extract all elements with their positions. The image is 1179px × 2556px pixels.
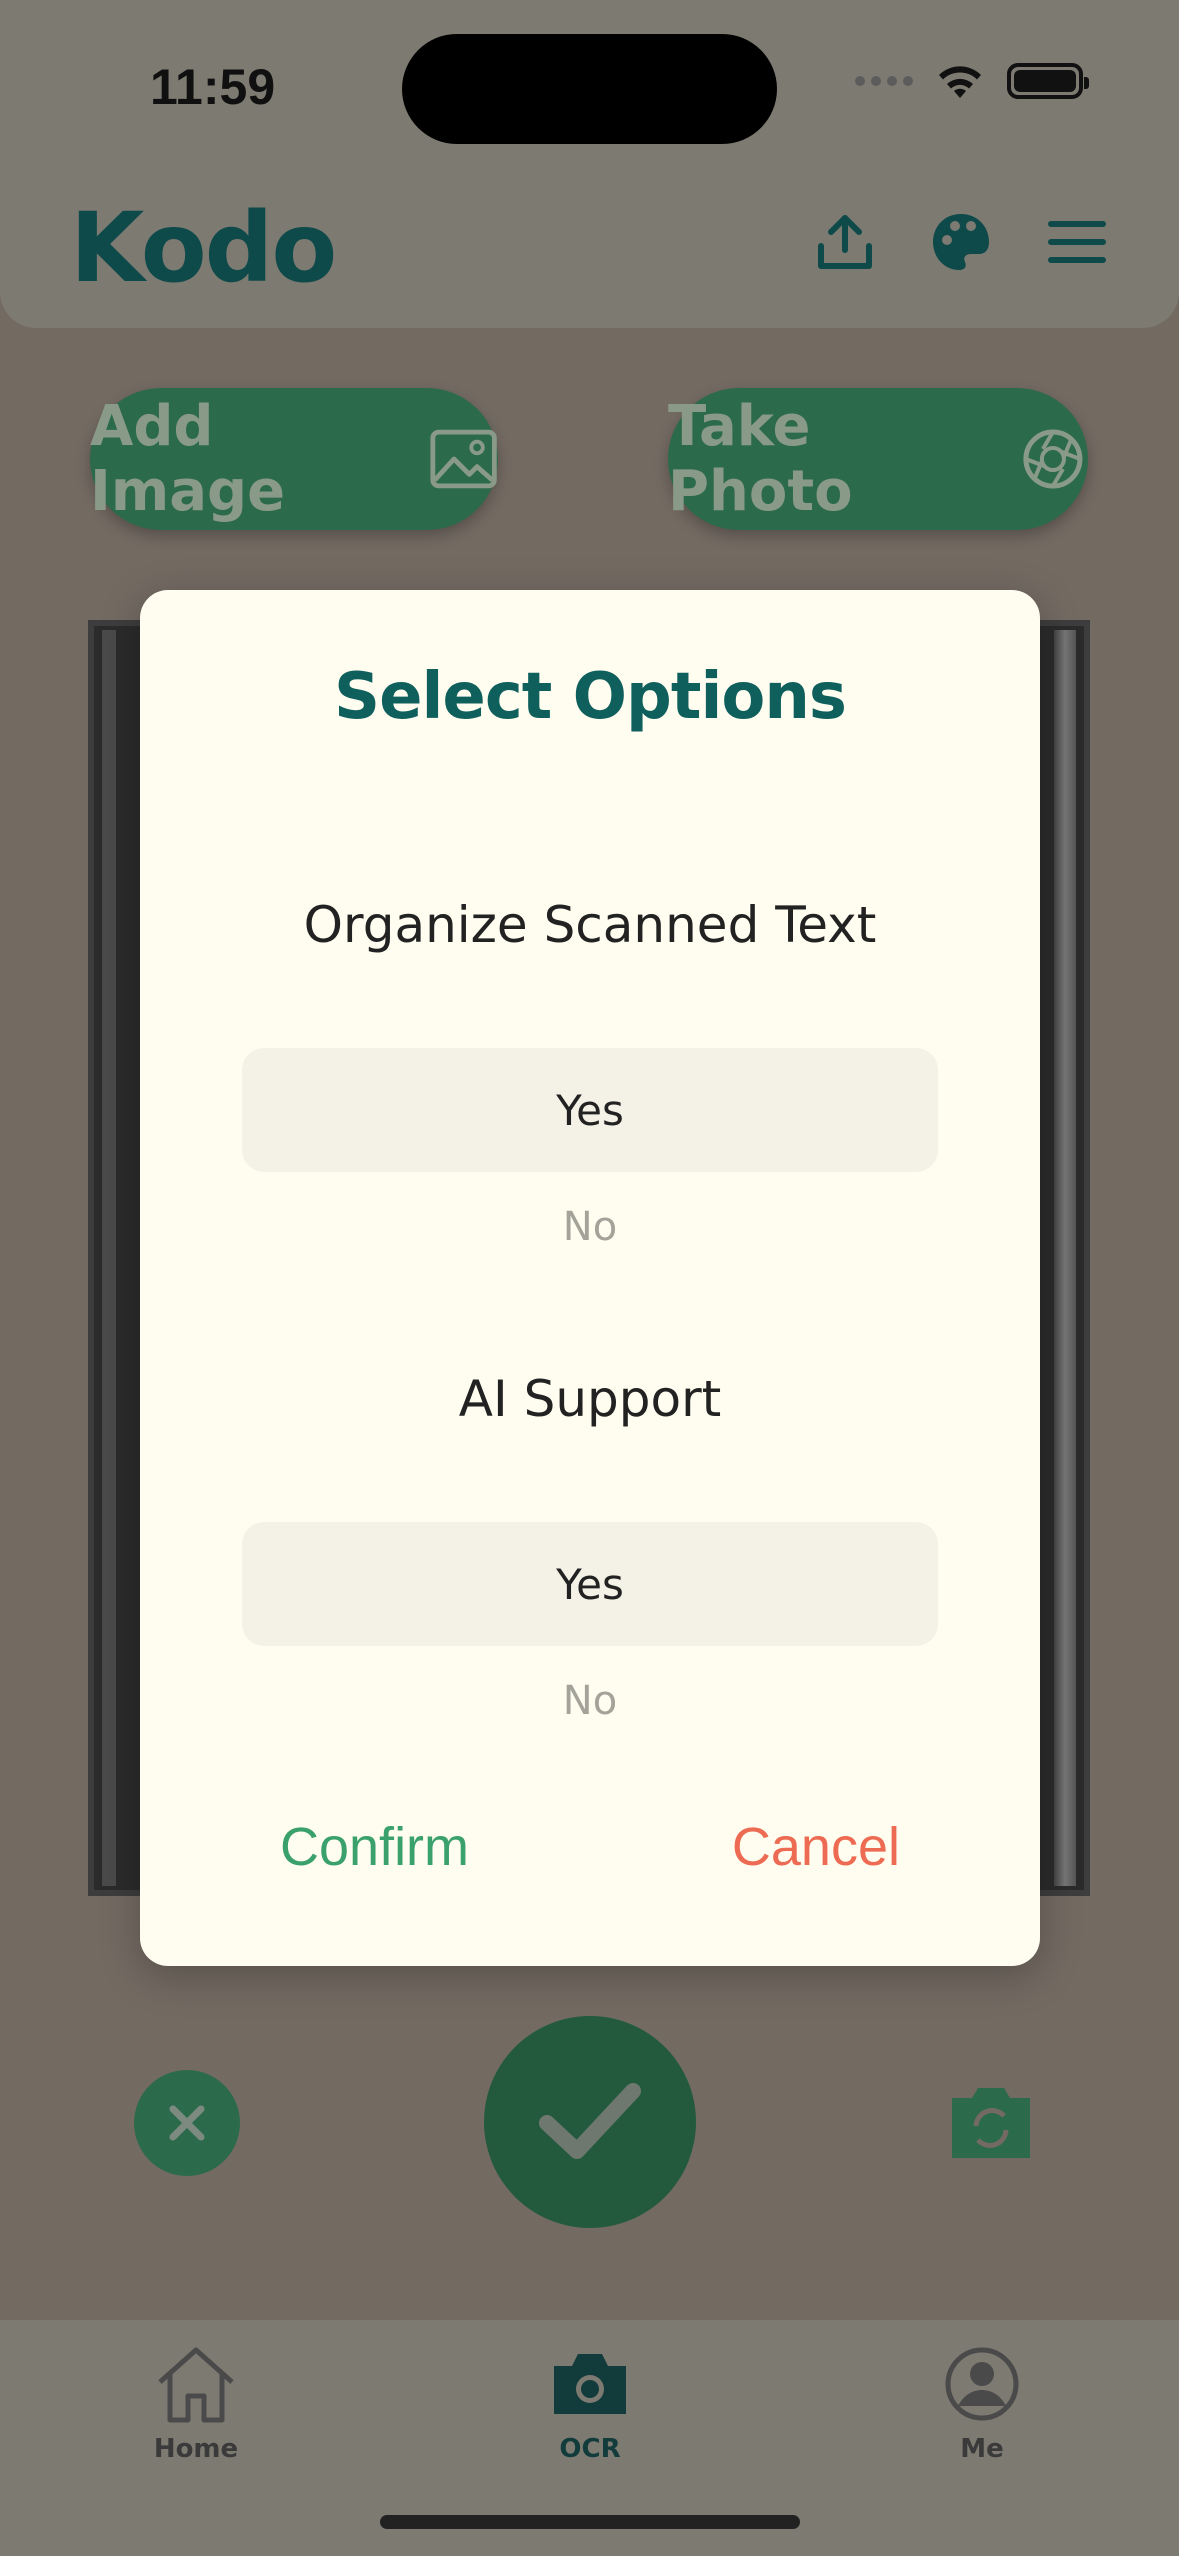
ai-support-yes-option[interactable]: Yes bbox=[242, 1522, 938, 1646]
palette-icon[interactable] bbox=[929, 210, 993, 274]
status-time: 11:59 bbox=[150, 59, 276, 115]
home-indicator bbox=[380, 2515, 800, 2529]
tab-ocr[interactable]: OCR bbox=[490, 2344, 690, 2464]
close-icon bbox=[169, 2105, 205, 2141]
dynamic-island bbox=[402, 34, 777, 144]
add-image-button[interactable]: Add Image bbox=[90, 388, 498, 530]
app-logo: Kodo bbox=[70, 192, 337, 304]
dialog-title: Select Options bbox=[333, 660, 847, 734]
menu-icon[interactable] bbox=[1045, 210, 1109, 274]
confirm-button[interactable]: Confirm bbox=[280, 1816, 469, 1878]
signal-icon bbox=[855, 76, 913, 86]
take-photo-label: Take Photo bbox=[668, 394, 853, 524]
ai-support-no-option[interactable]: No bbox=[140, 1678, 1040, 1724]
organize-text-no-option[interactable]: No bbox=[140, 1204, 1040, 1250]
wifi-icon bbox=[939, 66, 981, 98]
profile-icon bbox=[945, 2347, 1019, 2421]
ai-support-label: AI Support bbox=[458, 1370, 722, 1428]
battery-icon bbox=[1007, 63, 1089, 99]
tab-ocr-label: OCR bbox=[559, 2434, 621, 2464]
switch-camera-icon[interactable] bbox=[946, 2080, 1036, 2164]
discard-button[interactable] bbox=[134, 2070, 240, 2176]
organize-text-yes-option[interactable]: Yes bbox=[242, 1048, 938, 1172]
select-options-dialog: Select Options Organize Scanned Text Yes… bbox=[140, 590, 1040, 1966]
home-icon bbox=[158, 2347, 234, 2423]
tab-me-label: Me bbox=[960, 2434, 1004, 2464]
organize-text-label: Organize Scanned Text bbox=[303, 896, 877, 954]
tab-me[interactable]: Me bbox=[882, 2344, 1082, 2464]
upload-icon[interactable] bbox=[813, 210, 877, 274]
checkmark-icon bbox=[539, 2083, 641, 2159]
tab-home[interactable]: Home bbox=[96, 2344, 296, 2464]
status-bar: 11:59 bbox=[0, 0, 1179, 170]
aperture-icon bbox=[1023, 429, 1083, 489]
take-photo-button[interactable]: Take Photo bbox=[668, 388, 1088, 530]
confirm-scan-button[interactable] bbox=[484, 2016, 696, 2228]
header-actions bbox=[813, 210, 1109, 274]
add-image-label: Add Image bbox=[90, 394, 286, 524]
tab-home-label: Home bbox=[153, 2434, 239, 2464]
camera-icon bbox=[554, 2354, 626, 2414]
cancel-button[interactable]: Cancel bbox=[732, 1816, 900, 1878]
status-icons bbox=[855, 62, 1089, 100]
image-icon bbox=[430, 429, 497, 489]
